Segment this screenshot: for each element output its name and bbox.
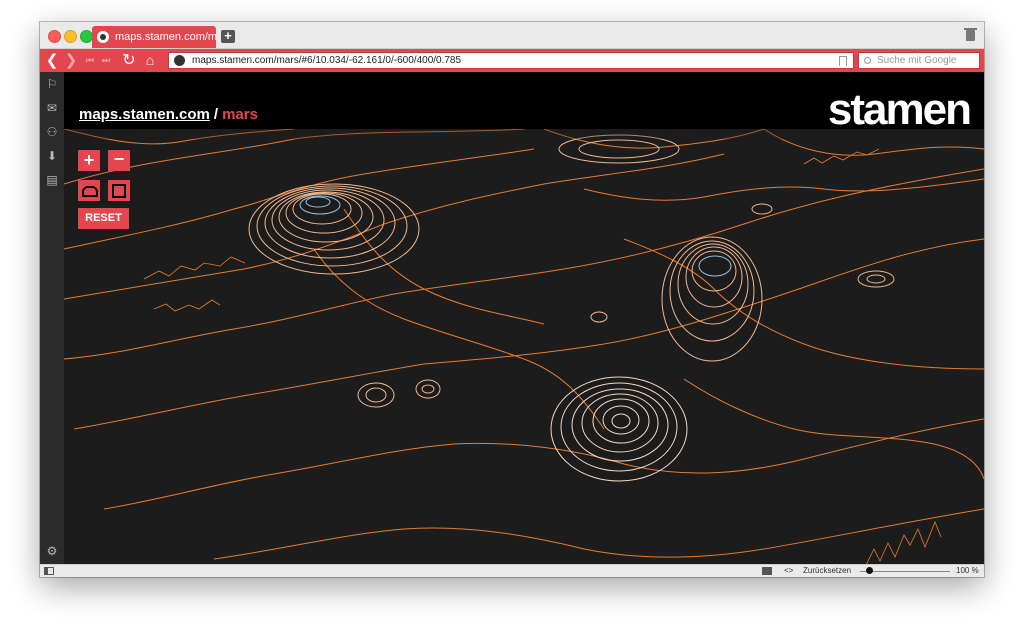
search-placeholder: Suche mit Google [877, 55, 957, 66]
top-shade [64, 129, 984, 139]
zoom-out-button[interactable]: − [108, 150, 130, 171]
search-field[interactable]: Suche mit Google [858, 52, 980, 69]
zoom-slider[interactable] [860, 571, 950, 572]
flat-view-button[interactable] [108, 180, 130, 201]
zoom-level: 100 % [956, 566, 979, 575]
browser-sidebar: ⚐ ✉ ⚇ ⬇ ▤ ⚙ [40, 72, 64, 564]
browser-window: maps.stamen.com/mars/#6 + ❮ ❯ ⏮ ⏭ ↻ ⌂ ma… [40, 22, 984, 577]
reload-button[interactable]: ↻ [121, 52, 137, 69]
reset-button[interactable]: RESET [78, 208, 129, 229]
notes-icon[interactable]: ▤ [45, 173, 59, 187]
settings-icon[interactable]: ⚙ [45, 544, 59, 558]
tab-bar: maps.stamen.com/mars/#6 + [40, 22, 984, 49]
new-tab-button[interactable]: + [221, 29, 235, 43]
url-text: maps.stamen.com/mars/#6/10.034/-62.161/0… [192, 55, 462, 66]
page-title: maps.stamen.com / mars [79, 106, 258, 123]
zoom-in-button[interactable]: + [78, 150, 100, 171]
mail-icon[interactable]: ✉ [45, 101, 59, 115]
trash-icon[interactable] [964, 28, 977, 41]
section-title[interactable]: mars [222, 106, 258, 123]
code-icon[interactable]: <> [784, 566, 793, 575]
contacts-icon[interactable]: ⚇ [45, 125, 59, 139]
tab-title: maps.stamen.com/mars/#6 [115, 31, 216, 43]
fast-forward-button[interactable]: ⏭ [100, 52, 112, 69]
zoom-slider-knob[interactable] [866, 567, 873, 574]
mars-contour-map[interactable] [64, 129, 984, 564]
home-button[interactable]: ⌂ [142, 52, 158, 69]
title-separator: / [213, 106, 219, 123]
status-bar: <> Zurücksetzen 100 % [40, 564, 984, 577]
map-background [64, 129, 984, 564]
bookmarks-icon[interactable]: ⚐ [45, 77, 59, 91]
address-bar[interactable]: maps.stamen.com/mars/#6/10.034/-62.161/0… [168, 52, 854, 69]
perspective-view-button[interactable] [78, 180, 100, 201]
page-content: maps.stamen.com / mars stamen + − RESET [64, 72, 984, 564]
stamen-logo[interactable]: stamen [828, 88, 972, 132]
globe-icon [97, 31, 109, 43]
close-window-button[interactable] [48, 30, 61, 43]
back-button[interactable]: ❮ [45, 52, 59, 69]
reset-zoom-label[interactable]: Zurücksetzen [803, 566, 851, 575]
panel-toggle-icon[interactable] [44, 567, 54, 575]
site-info-icon [174, 55, 185, 66]
rewind-button[interactable]: ⏮ [84, 52, 96, 69]
site-header: maps.stamen.com / mars stamen [64, 72, 984, 132]
bookmark-icon[interactable] [839, 55, 847, 66]
forward-button[interactable]: ❯ [64, 52, 78, 69]
tab-mars[interactable]: maps.stamen.com/mars/#6 [92, 26, 216, 48]
image-icon[interactable] [762, 567, 772, 575]
downloads-icon[interactable]: ⬇ [45, 149, 59, 163]
navigation-bar: ❮ ❯ ⏮ ⏭ ↻ ⌂ maps.stamen.com/mars/#6/10.0… [40, 49, 984, 72]
search-icon [864, 57, 871, 64]
site-link[interactable]: maps.stamen.com [79, 106, 210, 123]
minimize-window-button[interactable] [64, 30, 77, 43]
